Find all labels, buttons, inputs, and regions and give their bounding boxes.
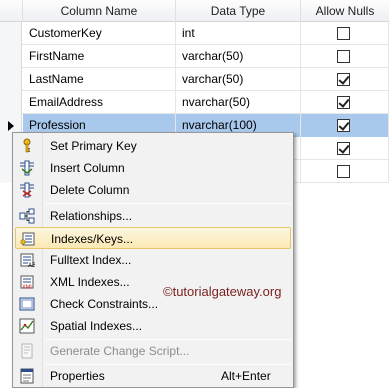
row-selector[interactable]: [0, 22, 22, 45]
table-row[interactable]: CustomerKey int: [0, 22, 389, 45]
menu-item-set-primary-key[interactable]: Set Primary Key: [15, 135, 291, 157]
generate-script-icon: [19, 343, 35, 359]
xml-indexes-icon: XML: [19, 274, 35, 291]
table-row[interactable]: FirstName varchar(50): [0, 45, 389, 68]
column-name-cell[interactable]: FirstName: [23, 45, 176, 68]
allow-nulls-checkbox[interactable]: [337, 73, 350, 86]
row-selector[interactable]: [0, 68, 22, 91]
grid-header: Column Name Data Type Allow Nulls: [0, 0, 389, 22]
menu-item-label: Fulltext Index...: [50, 253, 132, 267]
allow-nulls-header[interactable]: Allow Nulls: [301, 0, 389, 22]
menu-item-label: Properties: [50, 369, 105, 383]
spatial-indexes-icon: [19, 318, 35, 334]
key-icon: [19, 138, 35, 154]
menu-item-indexes-keys[interactable]: Indexes/Keys...: [15, 227, 291, 249]
menu-item-properties[interactable]: Properties Alt+Enter: [15, 365, 291, 387]
column-name-cell[interactable]: CustomerKey: [23, 22, 176, 45]
column-name-cell[interactable]: EmailAddress: [23, 91, 176, 114]
table-row[interactable]: EmailAddress nvarchar(50): [0, 91, 389, 114]
menu-item-label: Delete Column: [50, 183, 130, 197]
menu-item-label: Generate Change Script...: [50, 344, 190, 358]
allow-nulls-checkbox[interactable]: [337, 119, 350, 132]
menu-item-spatial-indexes[interactable]: Spatial Indexes...: [15, 315, 291, 337]
indexes-keys-icon: [20, 231, 36, 247]
allow-nulls-checkbox[interactable]: [337, 165, 350, 178]
data-type-cell[interactable]: varchar(50): [176, 45, 301, 68]
column-name-header[interactable]: Column Name: [23, 0, 176, 22]
table-row[interactable]: LastName varchar(50): [0, 68, 389, 91]
fulltext-index-icon: AB: [19, 252, 36, 269]
column-name-cell[interactable]: LastName: [23, 68, 176, 91]
menu-item-label: Check Constraints...: [50, 297, 159, 311]
svg-text:AB: AB: [28, 263, 35, 268]
current-row-arrow-icon: [8, 121, 14, 131]
menu-item-label: Spatial Indexes...: [50, 319, 143, 333]
relationships-icon: [19, 208, 35, 224]
context-menu: Set Primary Key Insert Column Delete Col…: [12, 132, 294, 388]
menu-item-delete-column[interactable]: Delete Column: [15, 179, 291, 201]
menu-separator: [46, 203, 291, 204]
svg-text:XML: XML: [22, 285, 33, 291]
allow-nulls-checkbox[interactable]: [337, 50, 350, 63]
delete-column-icon: [19, 182, 35, 198]
data-type-cell[interactable]: int: [176, 22, 301, 45]
data-type-cell[interactable]: varchar(50): [176, 68, 301, 91]
data-type-cell[interactable]: nvarchar(50): [176, 91, 301, 114]
menu-item-fulltext-index[interactable]: AB Fulltext Index...: [15, 249, 291, 271]
allow-nulls-checkbox[interactable]: [337, 142, 350, 155]
menu-item-label: Insert Column: [50, 161, 125, 175]
menu-item-relationships[interactable]: Relationships...: [15, 205, 291, 227]
menu-item-shortcut: Alt+Enter: [221, 369, 271, 383]
menu-item-insert-column[interactable]: Insert Column: [15, 157, 291, 179]
menu-item-label: Set Primary Key: [50, 139, 137, 153]
watermark-text: ©tutorialgateway.org: [163, 284, 282, 299]
allow-nulls-checkbox[interactable]: [337, 27, 350, 40]
row-selector[interactable]: [0, 91, 22, 114]
data-type-header[interactable]: Data Type: [176, 0, 301, 22]
header-selector-cell: [0, 0, 23, 22]
menu-item-generate-change-script: Generate Change Script...: [15, 340, 291, 362]
menu-item-label: Indexes/Keys...: [51, 232, 134, 246]
row-selector[interactable]: [0, 45, 22, 68]
insert-column-icon: [19, 160, 35, 176]
menu-item-label: XML Indexes...: [50, 275, 130, 289]
allow-nulls-checkbox[interactable]: [337, 96, 350, 109]
check-constraints-icon: [19, 296, 35, 312]
properties-icon: [19, 368, 35, 384]
menu-item-label: Relationships...: [50, 209, 133, 223]
